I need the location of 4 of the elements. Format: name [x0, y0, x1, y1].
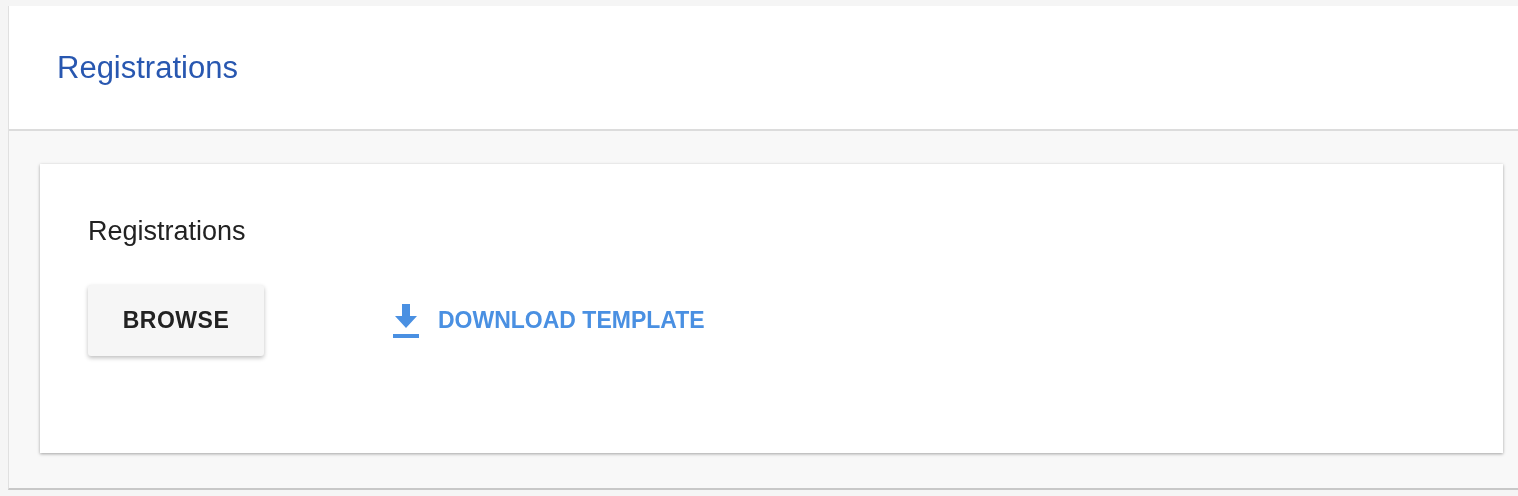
page-title: Registrations: [57, 49, 238, 86]
card-title: Registrations: [88, 216, 247, 247]
download-icon: [390, 303, 422, 338]
browse-button[interactable]: BROWSE: [88, 285, 264, 356]
